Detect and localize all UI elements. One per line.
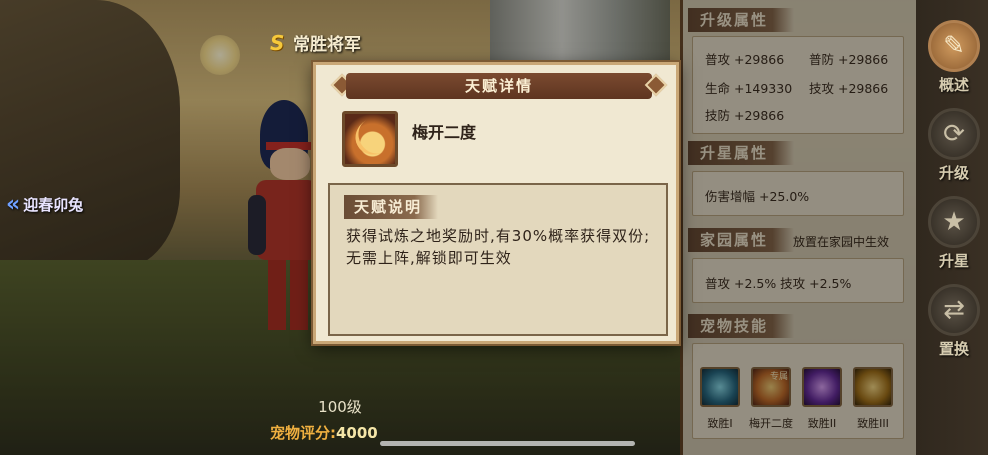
chevron-left-icon: « — [6, 191, 21, 217]
pet-name: 常胜将军 — [293, 35, 361, 55]
scroll-icon: ✎ — [928, 20, 980, 72]
game-scene: S 常胜将军 « 迎春卯兔 100级 宠物评分:4000 升级属性 普攻 +29… — [0, 0, 988, 455]
star-icon: ★ — [928, 196, 980, 248]
swap-icon: ⇄ — [928, 284, 980, 336]
side-button-star[interactable]: ★ 升星 — [925, 196, 983, 276]
side-button-swap[interactable]: ⇄ 置换 — [925, 284, 983, 364]
pet-score: 宠物评分:4000 — [270, 422, 378, 443]
pet-score-value: 4000 — [336, 424, 378, 442]
rank-badge: S — [270, 30, 285, 55]
side-button-label: 概述 — [938, 76, 969, 94]
side-button-label: 升星 — [938, 252, 969, 270]
talent-icon — [342, 111, 398, 167]
dialog-title: 天赋详情 — [346, 73, 652, 99]
pet-list-scrollbar[interactable] — [380, 441, 635, 446]
upgrade-icon: ⟳ — [928, 108, 980, 160]
prev-pet-label: 迎春卯兔 — [23, 196, 84, 214]
pet-title: S 常胜将军 — [270, 30, 361, 56]
description-text: 获得试炼之地奖励时,有30%概率获得双份;无需上阵,解锁即可生效 — [346, 227, 651, 267]
talent-name: 梅开二度 — [412, 123, 477, 142]
prev-pet-button[interactable]: « 迎春卯兔 — [6, 191, 84, 217]
panel-dim-overlay — [680, 0, 916, 455]
side-button-label: 置换 — [938, 340, 969, 358]
talent-detail-dialog[interactable]: 天赋详情 梅开二度 天赋说明 获得试炼之地奖励时,有30%概率获得双份;无需上阵… — [313, 62, 679, 344]
pet-level: 100级 — [318, 398, 362, 416]
description-label: 天赋说明 — [344, 195, 439, 219]
side-button-overview[interactable]: ✎ 概述 — [925, 20, 983, 100]
talent-description-box: 天赋说明 获得试炼之地奖励时,有30%概率获得双份;无需上阵,解锁即可生效 — [328, 183, 668, 336]
pet-score-label: 宠物评分: — [270, 424, 336, 442]
side-button-label: 升级 — [938, 164, 969, 182]
side-button-upgrade[interactable]: ⟳ 升级 — [925, 108, 983, 188]
